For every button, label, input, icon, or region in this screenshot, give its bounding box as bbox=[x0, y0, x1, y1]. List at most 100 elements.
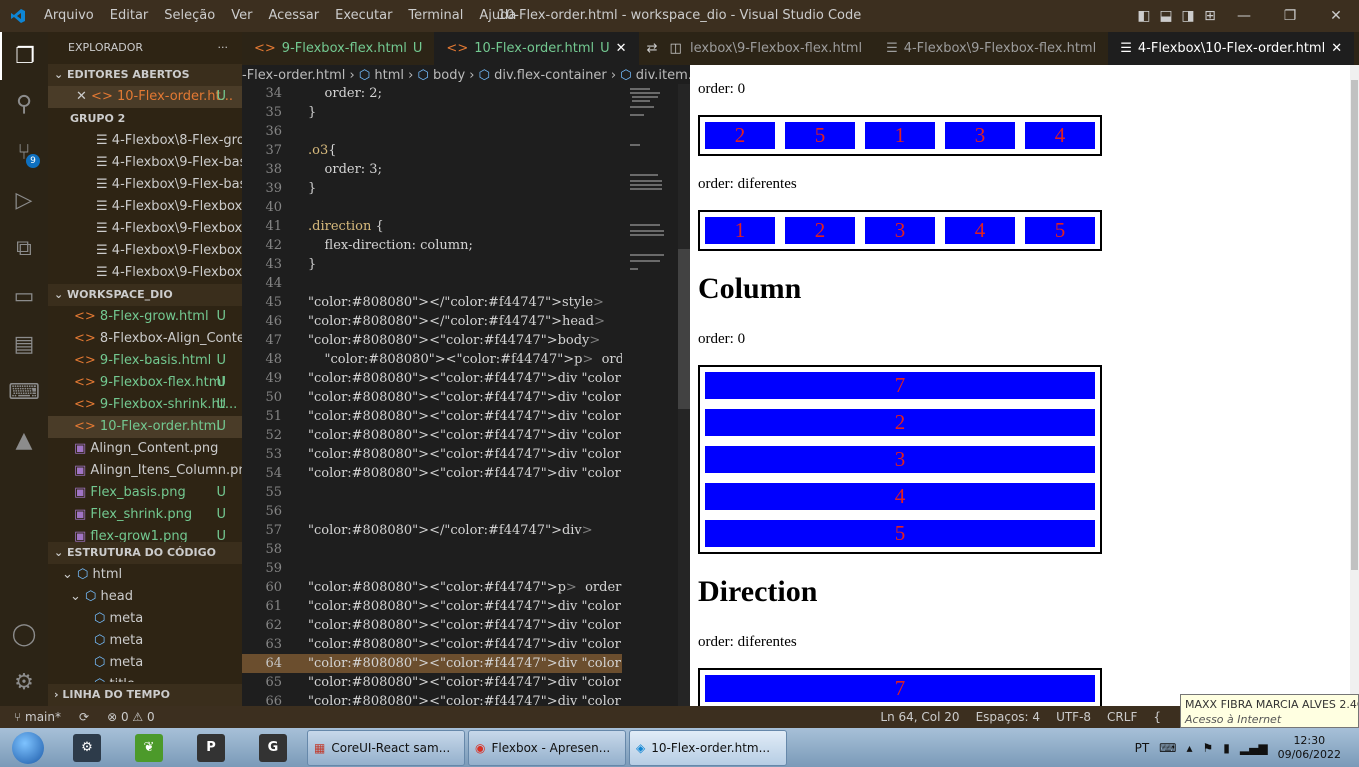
code-line[interactable]: 43} bbox=[242, 255, 622, 274]
menu-ajuda[interactable]: Ajuda bbox=[471, 0, 524, 32]
open-editor-item[interactable]: ☰ 4-Flexbox\9-Flexbox... bbox=[48, 240, 242, 262]
code-line[interactable]: 42 flex-direction: column; bbox=[242, 236, 622, 255]
menu-selecao[interactable]: Seleção bbox=[156, 0, 223, 32]
run-debug-icon[interactable]: ▷ bbox=[0, 176, 48, 224]
code-line[interactable]: 55 bbox=[242, 483, 622, 502]
menu-acessar[interactable]: Acessar bbox=[260, 0, 327, 32]
end-of-line[interactable]: CRLF bbox=[1107, 706, 1137, 728]
branch-status[interactable]: ⑂ main* bbox=[14, 706, 61, 728]
minimap[interactable] bbox=[622, 84, 678, 706]
toggle-panel-icon[interactable]: ⬓ bbox=[1155, 8, 1177, 24]
open-editor-item[interactable]: ☰ 4-Flexbox\8-Flex-gro... bbox=[48, 130, 242, 152]
close-window-button[interactable]: ✕ bbox=[1313, 8, 1359, 24]
code-line[interactable]: 44 bbox=[242, 274, 622, 293]
open-editors-section[interactable]: ⌄ EDITORES ABERTOS bbox=[48, 64, 242, 86]
outline-meta[interactable]: ⬡ meta bbox=[48, 652, 242, 674]
taskbar-pin[interactable]: P bbox=[180, 730, 242, 766]
code-line[interactable]: 52 "color:#808080"><"color:#f44747">div "… bbox=[242, 426, 622, 445]
source-control-icon[interactable]: ⑂ 9 bbox=[0, 128, 48, 176]
outline-section[interactable]: ⌄ ESTRUTURA DO CÓDIGO bbox=[48, 542, 242, 564]
menu-editar[interactable]: Editar bbox=[102, 0, 157, 32]
restore-button[interactable]: ❐ bbox=[1267, 8, 1313, 24]
breadcrumb-body[interactable]: body bbox=[433, 68, 465, 83]
outline-meta[interactable]: ⬡ meta bbox=[48, 630, 242, 652]
accounts-icon[interactable]: ◯ bbox=[0, 610, 48, 658]
taskbar-pin[interactable]: ⚙ bbox=[56, 730, 118, 766]
code-line[interactable]: 38 order: 3; bbox=[242, 160, 622, 179]
tab-9-flexbox-flex[interactable]: <> 9-Flexbox-flex.html U bbox=[242, 32, 434, 65]
remote-explorer-icon[interactable]: ▭ bbox=[0, 272, 48, 320]
code-line[interactable]: 64 "color:#808080"><"color:#f44747">div "… bbox=[242, 654, 622, 673]
tab-close-icon[interactable]: ✕ bbox=[616, 32, 627, 65]
close-editor-icon[interactable]: ✕ bbox=[76, 89, 87, 104]
code-line[interactable]: 59 bbox=[242, 559, 622, 578]
preview-tab-active[interactable]: ☰ 4-Flexbox\10-Flex-order.html ✕ bbox=[1108, 32, 1355, 65]
taskbar-pin[interactable]: G bbox=[242, 730, 304, 766]
taskbar-app[interactable]: ▦ CoreUI-React sam... bbox=[307, 729, 465, 766]
clock[interactable]: 12:30 09/06/2022 bbox=[1278, 734, 1341, 762]
layout-icon[interactable]: ⊞ bbox=[1199, 8, 1221, 24]
preview-scrollbar[interactable] bbox=[1350, 65, 1359, 706]
file-item[interactable]: ▣ Flex_shrink.png U bbox=[48, 504, 242, 526]
menu-terminal[interactable]: Terminal bbox=[400, 0, 471, 32]
preview-tab[interactable]: ☰ 4-Flexbox\9-Flexbox-flex.html bbox=[874, 32, 1108, 65]
terminal-icon[interactable]: ⌨ bbox=[0, 368, 48, 416]
open-editor-item[interactable]: ☰ 4-Flexbox\9-Flexbox... bbox=[48, 196, 242, 218]
taskbar-pin[interactable]: ❦ bbox=[118, 730, 180, 766]
search-icon[interactable]: ⚲ bbox=[0, 80, 48, 128]
taskbar-app[interactable]: ◉ Flexbox - Apresen... bbox=[468, 729, 626, 766]
code-line[interactable]: 66 "color:#808080"><"color:#f44747">div "… bbox=[242, 692, 622, 706]
workspace-section[interactable]: ⌄ WORKSPACE_DIO bbox=[48, 284, 242, 306]
language-mode[interactable]: { bbox=[1153, 706, 1161, 728]
preview-more-icon[interactable]: ··· bbox=[1354, 32, 1359, 65]
file-item[interactable]: <> 9-Flexbox-flex.html U bbox=[48, 372, 242, 394]
file-item[interactable]: <> 9-Flexbox-shrink.ht... U bbox=[48, 394, 242, 416]
breadcrumb-flex-container[interactable]: div.flex-container bbox=[494, 68, 607, 83]
network-signal-icon[interactable]: ▂▄▆ bbox=[1240, 741, 1268, 755]
code-line[interactable]: 34 order: 2; bbox=[242, 84, 622, 103]
preview-tab[interactable]: lexbox\9-Flexbox-flex.html bbox=[690, 32, 874, 65]
open-editor-item[interactable]: ☰ 4-Flexbox\9-Flex-bas... bbox=[48, 174, 242, 196]
code-line[interactable]: 63 "color:#808080"><"color:#f44747">div "… bbox=[242, 635, 622, 654]
toggle-secondary-sidebar-icon[interactable]: ◨ bbox=[1177, 8, 1199, 24]
code-line[interactable]: 35} bbox=[242, 103, 622, 122]
cursor-position[interactable]: Ln 64, Col 20 bbox=[880, 706, 959, 728]
file-item[interactable]: <> 9-Flex-basis.html U bbox=[48, 350, 242, 372]
outline-title-node[interactable]: ⬡ title bbox=[48, 674, 242, 682]
code-editor[interactable]: 34 order: 2; 35} 36 37 .o3{38 order: 3; 39} 40… bbox=[242, 84, 622, 706]
power-icon[interactable]: ▮ bbox=[1223, 741, 1230, 755]
breadcrumb-item[interactable]: div.item.o3 bbox=[636, 68, 690, 83]
open-editor-active[interactable]: ✕ <> 10-Flex-order.ht... U bbox=[48, 86, 242, 108]
code-line[interactable]: 45 "color:#808080"></"color:#f44747">styl… bbox=[242, 293, 622, 312]
scrollbar-thumb[interactable] bbox=[1351, 80, 1358, 570]
code-line[interactable]: 65 "color:#808080"><"color:#f44747">div "… bbox=[242, 673, 622, 692]
code-line[interactable]: 58 bbox=[242, 540, 622, 559]
menu-executar[interactable]: Executar bbox=[327, 0, 400, 32]
toggle-sidebar-icon[interactable]: ◧ bbox=[1133, 8, 1155, 24]
keyboard-icon[interactable]: ⌨ bbox=[1159, 741, 1176, 755]
language-indicator[interactable]: PT bbox=[1135, 741, 1150, 755]
outline-html[interactable]: ⌄ ⬡ html bbox=[48, 564, 242, 586]
encoding[interactable]: UTF-8 bbox=[1056, 706, 1091, 728]
indentation[interactable]: Espaços: 4 bbox=[976, 706, 1041, 728]
code-line[interactable]: 46 "color:#808080"></"color:#f44747">head… bbox=[242, 312, 622, 331]
code-line[interactable]: 48 "color:#808080"><"color:#f44747">p> o… bbox=[242, 350, 622, 369]
taskbar-app-active[interactable]: ◈ 10-Flex-order.htm... bbox=[629, 729, 787, 766]
editor-scrollbar[interactable] bbox=[678, 84, 690, 706]
code-line[interactable]: 61 "color:#808080"><"color:#f44747">div "… bbox=[242, 597, 622, 616]
outline-meta[interactable]: ⬡ meta bbox=[48, 608, 242, 630]
file-item[interactable]: <> 8-Flex-grow.html U bbox=[48, 306, 242, 328]
menu-arquivo[interactable]: Arquivo bbox=[36, 0, 102, 32]
start-button[interactable] bbox=[0, 728, 56, 767]
code-line[interactable]: 57 "color:#808080"></"color:#f44747">div> bbox=[242, 521, 622, 540]
tab-close-icon[interactable]: ✕ bbox=[1331, 32, 1342, 65]
extensions-icon[interactable]: ⧉ bbox=[0, 224, 48, 272]
code-line[interactable]: 54 "color:#808080"><"color:#f44747">div "… bbox=[242, 464, 622, 483]
file-item[interactable]: ▣ Flex_basis.png U bbox=[48, 482, 242, 504]
flag-icon[interactable]: ⚑ bbox=[1203, 741, 1214, 755]
outline-head[interactable]: ⌄ ⬡ head bbox=[48, 586, 242, 608]
explorer-more-button[interactable]: ··· bbox=[218, 32, 229, 64]
code-line[interactable]: 62 "color:#808080"><"color:#f44747">div "… bbox=[242, 616, 622, 635]
code-line[interactable]: 53 "color:#808080"><"color:#f44747">div "… bbox=[242, 445, 622, 464]
code-line[interactable]: 40 bbox=[242, 198, 622, 217]
